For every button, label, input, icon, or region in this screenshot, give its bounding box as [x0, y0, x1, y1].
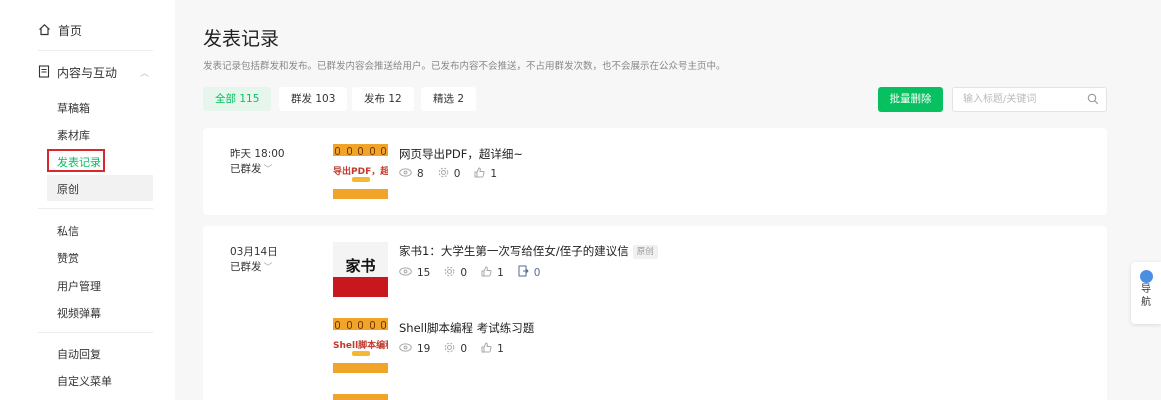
page-title: 发表记录 — [203, 28, 280, 50]
article-stats: 8 0 1 — [399, 167, 497, 181]
thumb-text: 导出PDF，超详 — [333, 167, 388, 177]
nav-icon — [1139, 270, 1153, 283]
share-icon — [438, 167, 449, 181]
article-thumbnail[interactable]: 家书 — [333, 242, 388, 297]
reposts-stat[interactable]: 0 — [518, 265, 541, 280]
nav-home[interactable]: 首页 — [38, 22, 82, 39]
article-thumbnail[interactable] — [333, 394, 388, 400]
thumb-rings — [335, 321, 386, 329]
article-thumbnail[interactable]: Shell脚本编程 — [333, 318, 388, 373]
status-label: 已群发 — [230, 261, 262, 273]
nav-home-label: 首页 — [58, 24, 83, 38]
views-stat: 8 — [399, 168, 424, 180]
shares-count: 0 — [460, 266, 468, 279]
sidebar-item-users[interactable]: 用户管理 — [57, 278, 101, 294]
thumb-band — [333, 394, 388, 400]
sidebar-item-custom-menu[interactable]: 自定义菜单 — [57, 373, 112, 389]
article-title[interactable]: Shell脚本编程 考试练习题 — [399, 320, 534, 336]
document-icon — [38, 64, 50, 81]
shares-count: 0 — [453, 168, 461, 180]
thumb-text: Shell脚本编程 — [333, 341, 388, 351]
sidebar-item-materials[interactable]: 素材库 — [57, 127, 90, 143]
share-icon — [444, 342, 455, 356]
thumbs-up-icon — [474, 167, 485, 181]
thumb-pill — [352, 351, 370, 356]
search-icon[interactable] — [1087, 93, 1099, 108]
page-description: 发表记录包括群发和发布。已群发内容会推送给用户。已发布内容不会推送，不占用群发次… — [203, 61, 726, 72]
likes-count: 1 — [497, 266, 504, 279]
search-box — [952, 87, 1107, 112]
eye-icon — [399, 266, 412, 279]
sidebar-item-video-danmaku[interactable]: 视频弹幕 — [57, 305, 101, 321]
sidebar-item-drafts[interactable]: 草稿箱 — [57, 100, 90, 116]
article-title[interactable]: 家书1：大学生第一次写给侄女/侄子的建议信 原创 — [399, 243, 658, 259]
record-time: 昨天 18:00 — [230, 148, 285, 160]
sidebar: 首页 内容与互动 ︿ 草稿箱 素材库 发表记录 原创 私信 赞赏 用户管理 视频… — [0, 0, 175, 400]
sidebar-item-publish-records[interactable]: 发表记录 — [57, 154, 101, 170]
record-card: 昨天 18:00 已群发﹀ 导出PDF，超详 网页导出PDF，超详细~ 8 0 … — [203, 128, 1107, 215]
search-input[interactable] — [953, 88, 1083, 111]
article-thumbnail[interactable]: 导出PDF，超详 — [333, 144, 388, 199]
repost-icon — [518, 265, 529, 280]
eye-icon — [399, 168, 412, 180]
thumbs-up-icon — [481, 342, 492, 356]
thumbs-up-icon — [481, 265, 492, 280]
shares-stat: 0 — [444, 342, 467, 356]
chevron-up-icon[interactable]: ︿ — [140, 66, 149, 79]
home-icon — [38, 23, 51, 39]
sidebar-item-messages[interactable]: 私信 — [57, 223, 79, 239]
record-card: 03月14日 已群发 ﹀ 家书 家书1：大学生第一次写给侄女/侄子的建议信 原创 1… — [203, 226, 1107, 400]
likes-stat: 1 — [481, 342, 504, 356]
views-stat: 19 — [399, 343, 430, 355]
thumb-band-bottom — [333, 189, 388, 199]
record-status[interactable]: 已群发 ﹀ — [230, 161, 273, 176]
eye-icon — [399, 343, 412, 355]
article-stats: 19 0 1 — [399, 342, 504, 356]
float-nav-label: 航 — [1141, 297, 1151, 308]
chevron-down-icon: ﹀ — [263, 263, 273, 273]
nav-section-label: 内容与互动 — [57, 66, 118, 80]
float-nav-button[interactable]: 导 航 — [1131, 262, 1161, 324]
chevron-down-icon: ﹀ — [263, 165, 273, 175]
record-status[interactable]: 已群发 ﹀ — [230, 259, 273, 274]
thumb-band-bottom — [333, 363, 388, 373]
reposts-count: 0 — [533, 266, 541, 279]
views-count: 15 — [417, 266, 431, 279]
shares-stat: 0 — [438, 167, 461, 181]
likes-count: 1 — [497, 343, 504, 355]
original-badge: 原创 — [632, 245, 658, 259]
divider — [38, 50, 153, 51]
sidebar-item-rewards[interactable]: 赞赏 — [57, 250, 79, 266]
sidebar-item-original[interactable]: 原创 — [57, 181, 79, 197]
views-count: 8 — [417, 168, 424, 180]
tab-all[interactable]: 全部 115 — [203, 87, 272, 111]
thumb-pill — [352, 177, 370, 182]
tab-publish[interactable]: 发布 12 — [352, 87, 414, 111]
float-nav-label: 导 — [1141, 284, 1151, 295]
article-title-text: 家书1：大学生第一次写给侄女/侄子的建议信 — [399, 244, 629, 258]
tab-mass-send[interactable]: 群发 103 — [279, 87, 348, 111]
likes-count: 1 — [490, 168, 498, 180]
batch-delete-button[interactable]: 批量删除 — [878, 87, 943, 112]
divider — [38, 332, 153, 333]
status-label: 已群发 — [230, 163, 262, 175]
tab-featured[interactable]: 精选 2 — [421, 87, 477, 111]
sidebar-item-auto-reply[interactable]: 自动回复 — [57, 346, 101, 362]
thumb-rings — [335, 147, 386, 155]
likes-stat: 1 — [474, 167, 497, 181]
likes-stat: 1 — [481, 265, 504, 280]
divider — [38, 208, 153, 209]
views-stat: 15 — [399, 267, 430, 279]
shares-count: 0 — [460, 343, 468, 355]
record-time: 03月14日 — [230, 246, 278, 258]
shares-stat: 0 — [444, 266, 467, 280]
thumb-red-ribbon — [333, 277, 388, 297]
article-stats: 15 0 1 0 — [399, 265, 540, 280]
share-icon — [444, 266, 455, 280]
views-count: 19 — [417, 343, 431, 355]
thumb-text: 家书 — [345, 257, 376, 275]
article-title[interactable]: 网页导出PDF，超详细~ — [399, 146, 523, 162]
nav-section-content[interactable]: 内容与互动 ︿ — [38, 64, 153, 81]
